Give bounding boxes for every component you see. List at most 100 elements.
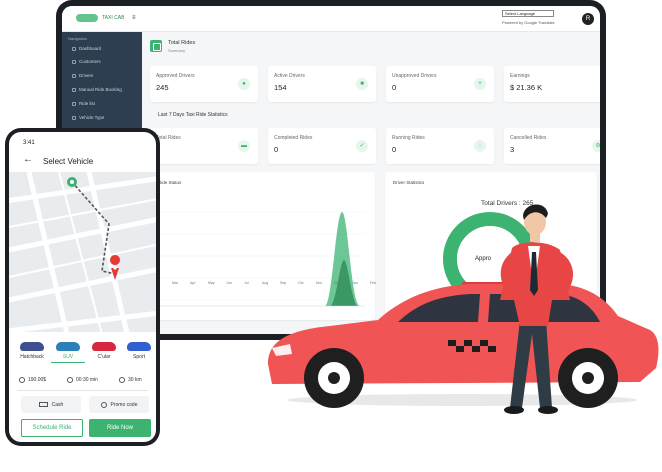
stat-label: Running Rides bbox=[392, 135, 425, 141]
sidebar-item-label: Drivers bbox=[79, 73, 94, 78]
page-title: Total Rides bbox=[168, 40, 196, 46]
logo-icon bbox=[76, 14, 98, 22]
car-icon: ■ bbox=[356, 78, 368, 90]
vehicle-label: Sport bbox=[133, 354, 145, 360]
front-wheel bbox=[304, 348, 364, 408]
sidebar-item-manual-booking[interactable]: Manual Ride Booking bbox=[72, 87, 122, 92]
top-bar: TAXI CAB ≡ Select Language Powered by Go… bbox=[62, 6, 600, 32]
map-canvas bbox=[9, 172, 156, 332]
hatchback-icon bbox=[20, 342, 44, 351]
status-time: 3:41 bbox=[23, 140, 35, 146]
cash-icon bbox=[38, 402, 48, 407]
nav-section-title: Navigation bbox=[68, 36, 87, 41]
x-tick-label: Dec bbox=[334, 281, 341, 285]
ride-card-running[interactable]: Running Rides 0 ◌ bbox=[386, 128, 494, 164]
language-select[interactable]: Select Language bbox=[502, 10, 554, 17]
check-icon: ✓ bbox=[356, 140, 368, 152]
stat-label: Active Drivers bbox=[274, 73, 305, 79]
sedan-icon bbox=[92, 342, 116, 351]
sidebar-item-label: Vehicle Type bbox=[79, 115, 105, 120]
list-icon bbox=[72, 101, 76, 106]
stat-value: 154 bbox=[274, 83, 287, 92]
stat-card-approved-drivers[interactable]: Approved Drivers 245 ● bbox=[150, 66, 258, 102]
vehicle-option-hatchback[interactable]: Hatchback bbox=[15, 342, 49, 360]
brand-name: TAXI CAB bbox=[102, 15, 125, 21]
sidebar-item-ride-list[interactable]: Ride list bbox=[72, 101, 95, 106]
ride-card-total[interactable]: Total Rides ▬ bbox=[150, 128, 258, 164]
vehicle-option-cular[interactable]: C'ular bbox=[87, 342, 121, 360]
cash-label: Cash bbox=[51, 401, 64, 408]
fare-info: 190.00$ bbox=[19, 377, 46, 383]
user-avatar[interactable]: R bbox=[582, 13, 594, 25]
stat-label: Cancelled Rides bbox=[510, 135, 547, 141]
stat-label: Approved Drivers bbox=[156, 73, 195, 79]
dropoff-pin-icon bbox=[110, 255, 121, 265]
ride-card-cancelled[interactable]: Cancelled Rides 3 ⊘ bbox=[504, 128, 600, 164]
rear-wheel bbox=[558, 348, 618, 408]
route-map[interactable] bbox=[9, 172, 156, 332]
screen-title: Select Vehicle bbox=[43, 157, 94, 166]
fare-icon bbox=[19, 377, 25, 383]
x-tick-label: Oct bbox=[298, 281, 304, 285]
stat-value: 0 bbox=[274, 145, 279, 154]
sidebar-item-label: Ride list bbox=[79, 101, 96, 106]
vehicle-label: Hatchback bbox=[20, 354, 44, 360]
driver-icon: ● bbox=[238, 78, 250, 90]
spinner-icon: ◌ bbox=[474, 140, 486, 152]
customers-icon bbox=[72, 59, 76, 64]
vehicle-option-suv[interactable]: SUV bbox=[51, 342, 85, 363]
powered-by-text: Powered by Google Translate bbox=[502, 20, 555, 25]
stat-value: 0 bbox=[392, 83, 397, 92]
schedule-ride-button[interactable]: Schedule Ride bbox=[21, 419, 83, 437]
ride-now-button[interactable]: Ride Now bbox=[89, 419, 151, 437]
x-tick-label: May bbox=[208, 281, 215, 285]
duration-value: 00:30 min bbox=[76, 377, 98, 383]
stat-card-active-drivers[interactable]: Active Drivers 154 ■ bbox=[268, 66, 376, 102]
stat-card-earnings[interactable]: Earnings $ 21.36 K bbox=[504, 66, 600, 102]
phone-screen: 3:41 ← Select Vehicle Hatchback SUV C'ul… bbox=[9, 132, 156, 442]
stat-value: 0 bbox=[392, 145, 397, 154]
stat-label: Unapproved Drivers bbox=[392, 73, 437, 79]
series-area bbox=[160, 212, 360, 306]
stat-card-unapproved-drivers[interactable]: Unapproved Drivers 0 + bbox=[386, 66, 494, 102]
sport-car-icon bbox=[127, 342, 151, 351]
vehicle-option-sport[interactable]: Sport bbox=[122, 342, 156, 360]
stat-value: $ 21.36 K bbox=[510, 83, 543, 92]
x-tick-label: Jul bbox=[244, 281, 249, 285]
sidebar-item-label: Manual Ride Booking bbox=[79, 87, 122, 92]
distance-value: 30 km bbox=[128, 377, 142, 383]
dashboard-icon bbox=[72, 46, 76, 51]
promo-code-button[interactable]: Promo code bbox=[89, 396, 149, 413]
vehicle-label: C'ular bbox=[97, 354, 111, 360]
fare-value: 190.00$ bbox=[28, 377, 47, 383]
payment-cash-button[interactable]: Cash bbox=[21, 396, 81, 413]
stat-label: Earnings bbox=[510, 73, 530, 79]
distance-icon bbox=[119, 377, 125, 383]
back-arrow-icon[interactable]: ← bbox=[23, 155, 33, 165]
sidebar-item-label: Dashboard bbox=[79, 46, 102, 51]
sidebar-item-customers[interactable]: Customers bbox=[72, 59, 101, 64]
user-add-icon: + bbox=[474, 78, 486, 90]
x-tick-label: Aug bbox=[262, 281, 269, 285]
x-tick-label: Apr bbox=[190, 281, 196, 285]
brand-logo[interactable]: TAXI CAB bbox=[76, 14, 124, 22]
x-tick-label: Mar bbox=[172, 281, 179, 285]
sidebar-item-drivers[interactable]: Drivers bbox=[72, 73, 93, 78]
donut-label: Appro bbox=[475, 256, 492, 262]
stat-value: 3 bbox=[510, 145, 515, 154]
menu-toggle-icon[interactable]: ≡ bbox=[132, 15, 136, 21]
sidebar-item-vehicle-type[interactable]: Vehicle Type bbox=[72, 115, 104, 120]
divider bbox=[17, 390, 148, 391]
distance-info: 30 km bbox=[119, 377, 142, 383]
x-tick-label: Sep bbox=[280, 281, 287, 285]
suv-icon bbox=[56, 342, 80, 351]
promo-icon bbox=[100, 401, 107, 408]
vehicle-label: SUV bbox=[62, 354, 74, 360]
booking-icon bbox=[72, 87, 76, 92]
ride-card-completed[interactable]: Completed Rides 0 ✓ bbox=[268, 128, 376, 164]
sidebar-item-label: Customers bbox=[79, 59, 101, 64]
x-tick-label: Feb bbox=[370, 281, 377, 285]
sidebar-item-dashboard[interactable]: Dashboard bbox=[72, 46, 101, 51]
ride-status-panel: Ride Status bbox=[150, 172, 375, 320]
ride-status-chart bbox=[160, 211, 365, 307]
